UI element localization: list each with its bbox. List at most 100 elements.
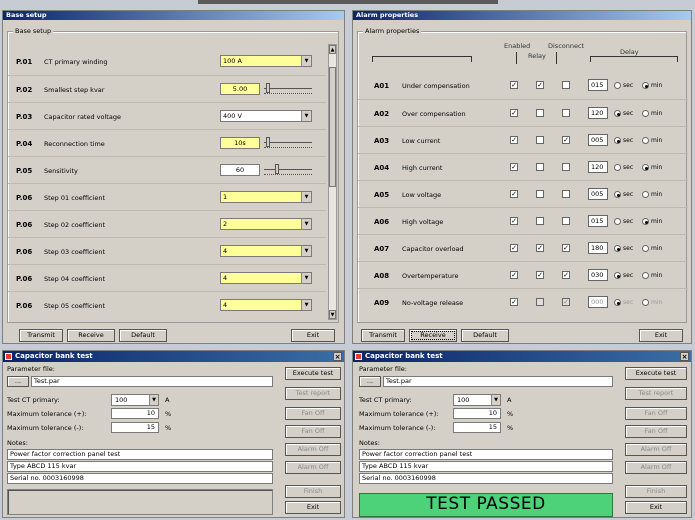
delay-field[interactable]: 005 xyxy=(588,188,608,200)
chevron-down-icon[interactable]: ▼ xyxy=(301,273,311,283)
delay-field[interactable]: 120 xyxy=(588,107,608,119)
sec-radio[interactable] xyxy=(614,82,621,89)
sec-radio[interactable] xyxy=(614,272,621,279)
setting-dropdown[interactable]: 400 V ▼ xyxy=(220,110,312,122)
base-transmit-button[interactable]: Transmit xyxy=(19,329,63,342)
chevron-down-icon[interactable]: ▼ xyxy=(301,246,311,256)
min-radio[interactable] xyxy=(642,218,649,225)
min-radio[interactable] xyxy=(642,245,649,252)
enabled-checkbox[interactable]: ✓ xyxy=(510,217,518,225)
sec-radio[interactable] xyxy=(614,164,621,171)
base-receive-button[interactable]: Receive xyxy=(67,329,115,342)
ct-primary-select[interactable]: 100 ▼ xyxy=(453,394,501,406)
chevron-down-icon[interactable]: ▼ xyxy=(149,395,158,405)
tolerance-plus-field[interactable]: 10 xyxy=(453,408,501,419)
enabled-checkbox[interactable]: ✓ xyxy=(510,81,518,89)
delay-field[interactable]: 000 xyxy=(588,296,608,308)
enabled-checkbox[interactable]: ✓ xyxy=(510,136,518,144)
delay-field[interactable]: 120 xyxy=(588,161,608,173)
sec-radio[interactable] xyxy=(614,191,621,198)
param-file-field[interactable]: Test.par xyxy=(31,376,273,387)
setting-dropdown[interactable]: 4 ▼ xyxy=(220,299,312,311)
setting-dropdown[interactable]: 1 ▼ xyxy=(220,191,312,203)
delay-field[interactable]: 030 xyxy=(588,269,608,281)
relay-checkbox[interactable]: ✓ xyxy=(536,271,544,279)
sec-radio[interactable] xyxy=(614,110,621,117)
side-button[interactable]: Alarm Off xyxy=(285,461,341,474)
relay-checkbox[interactable] xyxy=(536,298,544,306)
chevron-down-icon[interactable]: ▼ xyxy=(301,111,311,121)
slider-thumb[interactable] xyxy=(266,83,270,93)
relay-checkbox[interactable] xyxy=(536,190,544,198)
disconnect-checkbox[interactable] xyxy=(562,109,570,117)
side-button[interactable]: Test report xyxy=(285,387,341,400)
setting-dropdown[interactable]: 2 ▼ xyxy=(220,218,312,230)
base-setup-scrollbar[interactable]: ▲ ▼ xyxy=(328,44,337,320)
side-button[interactable]: Finish xyxy=(625,485,687,498)
disconnect-checkbox[interactable] xyxy=(562,190,570,198)
setting-dropdown[interactable]: 4 ▼ xyxy=(220,245,312,257)
tolerance-minus-field[interactable]: 15 xyxy=(453,422,501,433)
min-radio[interactable] xyxy=(642,272,649,279)
ct-primary-select[interactable]: 100 ▼ xyxy=(111,394,159,406)
chevron-down-icon[interactable]: ▼ xyxy=(491,395,500,405)
alarm-transmit-button[interactable]: Transmit xyxy=(361,329,405,342)
setting-dropdown[interactable]: 100 A ▼ xyxy=(220,55,312,67)
min-radio[interactable] xyxy=(642,82,649,89)
setting-slider[interactable] xyxy=(264,137,312,149)
setting-dropdown[interactable]: 4 ▼ xyxy=(220,272,312,284)
chevron-down-icon[interactable]: ▼ xyxy=(301,300,311,310)
slider-thumb[interactable] xyxy=(266,137,270,147)
delay-field[interactable]: 005 xyxy=(588,134,608,146)
scroll-up-icon[interactable]: ▲ xyxy=(329,45,336,54)
setting-spinbox[interactable]: 5.00 xyxy=(220,83,260,95)
disconnect-checkbox[interactable]: ✓ xyxy=(562,244,570,252)
chevron-down-icon[interactable]: ▼ xyxy=(301,192,311,202)
min-radio[interactable] xyxy=(642,164,649,171)
base-exit-button[interactable]: Exit xyxy=(291,329,335,342)
setting-slider[interactable] xyxy=(264,83,312,95)
disconnect-checkbox[interactable] xyxy=(562,163,570,171)
disconnect-checkbox[interactable]: ✓ xyxy=(562,136,570,144)
notes-line-2[interactable]: Type ABCD 115 kvar xyxy=(7,461,273,472)
side-button[interactable]: Exit xyxy=(285,501,341,514)
alarm-default-button[interactable]: Default xyxy=(461,329,509,342)
setting-spinbox[interactable]: 10s xyxy=(220,137,260,149)
setting-slider[interactable] xyxy=(264,164,312,176)
setting-spinbox[interactable]: 60 xyxy=(220,164,260,176)
alarm-receive-button[interactable]: Receive xyxy=(409,329,457,342)
base-default-button[interactable]: Default xyxy=(119,329,167,342)
enabled-checkbox[interactable]: ✓ xyxy=(510,163,518,171)
side-button[interactable]: Test report xyxy=(625,387,687,400)
min-radio[interactable] xyxy=(642,299,649,306)
slider-thumb[interactable] xyxy=(275,164,279,174)
browse-button[interactable]: ... xyxy=(7,376,29,387)
notes-line-3[interactable]: Serial no. 0003160998 xyxy=(7,473,273,484)
sec-radio[interactable] xyxy=(614,137,621,144)
side-button[interactable]: Alarm Off xyxy=(285,443,341,456)
disconnect-checkbox[interactable]: ✓ xyxy=(562,298,570,306)
relay-checkbox[interactable]: ✓ xyxy=(536,81,544,89)
enabled-checkbox[interactable]: ✓ xyxy=(510,190,518,198)
side-button[interactable]: Execute test xyxy=(285,367,341,380)
side-button[interactable]: Fan Off xyxy=(285,407,341,420)
scrollbar-thumb[interactable] xyxy=(329,67,336,187)
alarm-exit-button[interactable]: Exit xyxy=(639,329,683,342)
disconnect-checkbox[interactable] xyxy=(562,81,570,89)
notes-line-2[interactable]: Type ABCD 115 kvar xyxy=(359,461,613,472)
notes-line-1[interactable]: Power factor correction panel test xyxy=(7,449,273,460)
relay-checkbox[interactable] xyxy=(536,109,544,117)
chevron-down-icon[interactable]: ▼ xyxy=(301,219,311,229)
param-file-field[interactable]: Test.par xyxy=(383,376,613,387)
enabled-checkbox[interactable]: ✓ xyxy=(510,109,518,117)
relay-checkbox[interactable] xyxy=(536,163,544,171)
chevron-down-icon[interactable]: ▼ xyxy=(301,56,311,66)
side-button[interactable]: Exit xyxy=(625,501,687,514)
relay-checkbox[interactable] xyxy=(536,217,544,225)
sec-radio[interactable] xyxy=(614,299,621,306)
min-radio[interactable] xyxy=(642,191,649,198)
side-button[interactable]: Finish xyxy=(285,485,341,498)
delay-field[interactable]: 015 xyxy=(588,215,608,227)
min-radio[interactable] xyxy=(642,110,649,117)
enabled-checkbox[interactable]: ✓ xyxy=(510,298,518,306)
